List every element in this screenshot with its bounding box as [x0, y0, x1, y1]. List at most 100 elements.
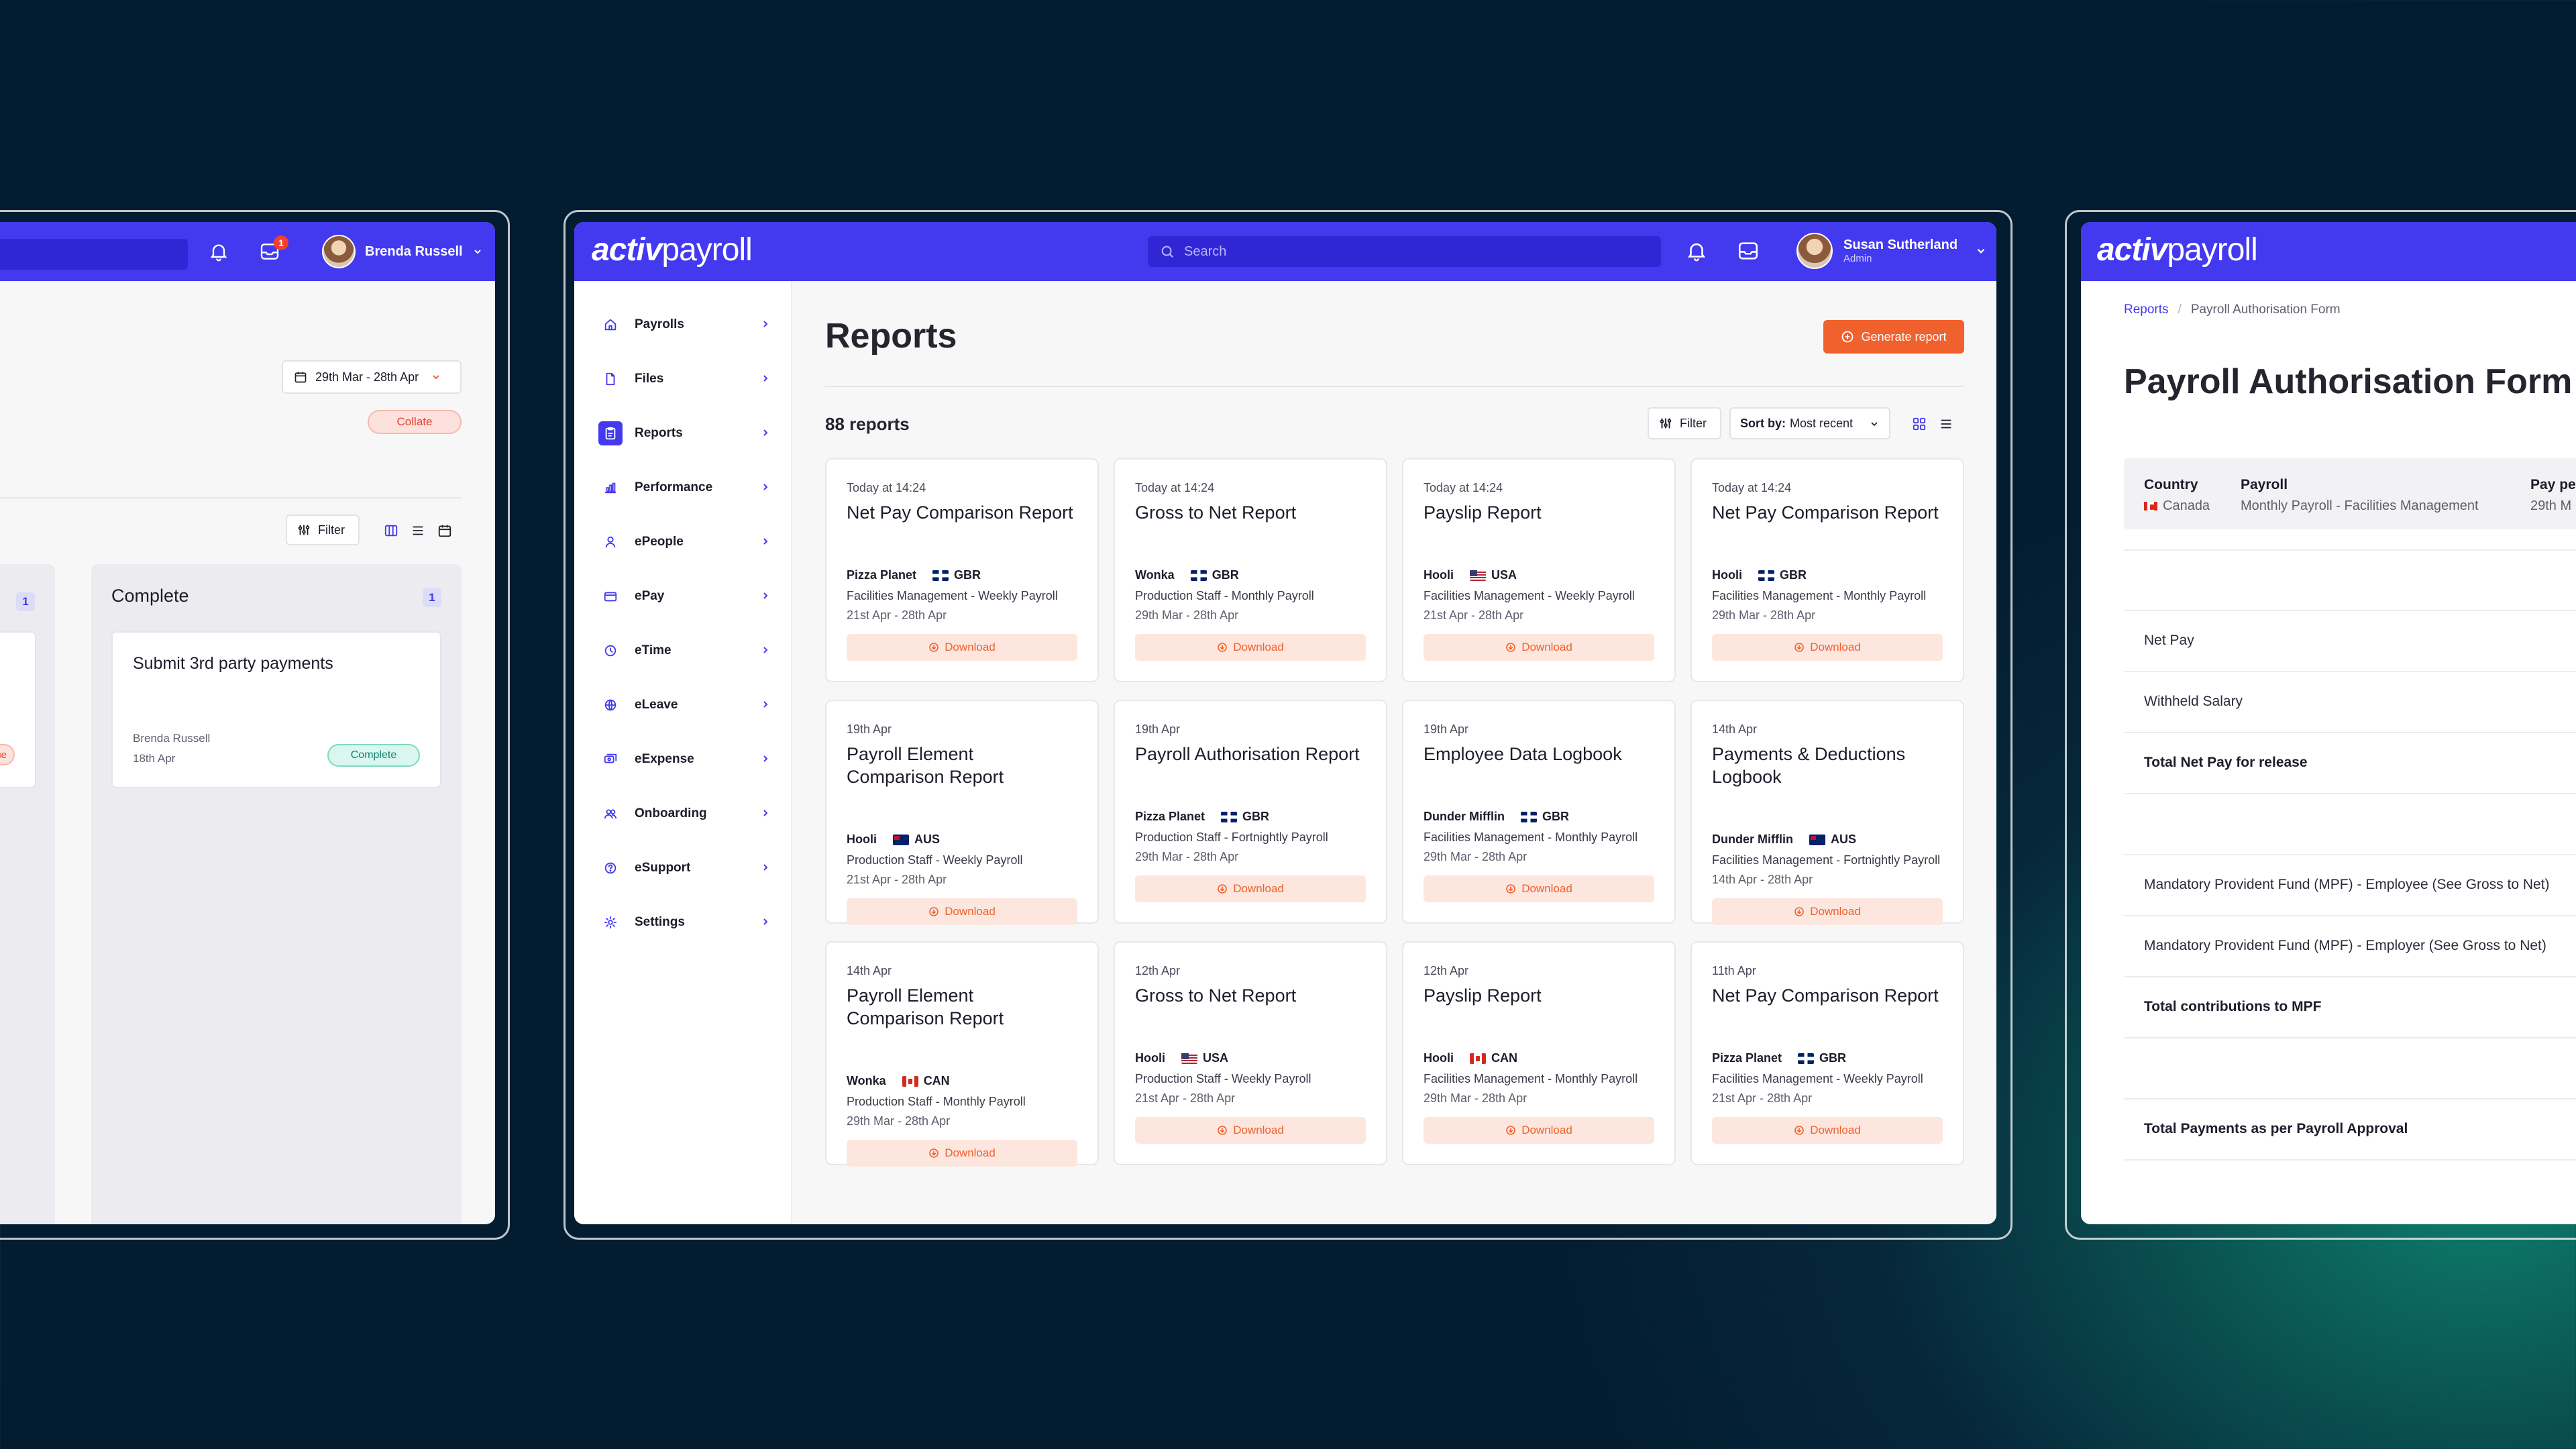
sidebar-item-onboarding[interactable]: Onboarding — [598, 796, 771, 832]
report-card[interactable]: 11th Apr Net Pay Comparison Report Pizza P… — [1690, 941, 1964, 1165]
report-country: CAN — [1491, 1051, 1517, 1065]
list-view-icon[interactable] — [407, 521, 429, 540]
report-card[interactable]: 14th Apr Payroll Element Comparison Repor… — [825, 941, 1099, 1167]
report-card[interactable]: Today at 14:24 Gross to Net Report Wonka GB… — [1114, 458, 1387, 682]
search-input[interactable]: Search — [1148, 236, 1661, 267]
table-row-divider — [2124, 671, 2576, 672]
report-card[interactable]: 12th Apr Gross to Net Report Hooli USA Produ… — [1114, 941, 1387, 1165]
report-title: Gross to Net Report — [1135, 502, 1297, 523]
sidebar-item-settings[interactable]: Settings — [598, 904, 771, 941]
task-card[interactable]: Submit 3rd party payments Brenda Russell… — [111, 631, 441, 788]
left-user-menu[interactable]: Brenda Russell — [322, 235, 483, 268]
main-window: activpayroll Search Susan Sutherland Adm… — [574, 222, 1996, 1224]
meta-country-value-wrap: Canada — [2144, 498, 2210, 514]
meta-payroll-label: Payroll — [2241, 477, 2288, 492]
app-logo[interactable]: activpayroll — [2097, 231, 2258, 268]
right-window: activpayroll Reports / Payroll Authorisa… — [2081, 222, 2576, 1224]
report-card[interactable]: 12th Apr Payslip Report Hooli CAN Facilities… — [1402, 941, 1676, 1165]
user-info: Susan Sutherland Admin — [1843, 237, 1957, 264]
sort-value: Most recent — [1790, 416, 1854, 430]
report-country: AUS — [1830, 833, 1856, 846]
report-title: Payroll Element Comparison Report — [847, 985, 1004, 1028]
download-button[interactable]: Download — [1712, 898, 1943, 925]
sidebar-item-epeople[interactable]: ePeople — [598, 524, 771, 560]
bell-icon[interactable] — [208, 241, 229, 262]
sidebar-item-etime[interactable]: eTime — [598, 633, 771, 669]
report-payroll: Facilities Management - Weekly Payroll — [1712, 1072, 1923, 1085]
list-view-icon[interactable] — [1936, 414, 1956, 434]
report-title: Employee Data Logbook — [1424, 744, 1622, 764]
left-search-input[interactable] — [0, 239, 188, 270]
report-country: GBR — [1780, 568, 1807, 582]
report-title: Payments & Deductions Logbook — [1712, 744, 1906, 787]
chevron-right-icon — [760, 808, 771, 822]
download-button[interactable]: Download — [847, 898, 1077, 925]
sidebar-item-files[interactable]: Files — [598, 361, 771, 397]
can-flag-icon — [1470, 1053, 1486, 1064]
download-icon — [1794, 906, 1810, 917]
app-logo[interactable]: activpayroll — [592, 231, 753, 268]
sidebar-item-label: eLeave — [635, 698, 678, 712]
card-icon — [598, 584, 623, 608]
download-button[interactable]: Download — [847, 1140, 1077, 1167]
report-client: Hooli — [1424, 568, 1454, 582]
download-button[interactable]: Download — [1424, 1117, 1654, 1144]
report-card[interactable]: Today at 14:24 Net Pay Comparison Report H… — [1690, 458, 1964, 682]
chevron-down-icon — [1975, 245, 1987, 257]
task-card-partial[interactable]: rdue — [0, 631, 36, 788]
report-card[interactable]: Today at 14:24 Net Pay Comparison Report P… — [825, 458, 1099, 682]
board-view-icon[interactable] — [380, 521, 402, 540]
gbr-flag-icon — [1798, 1053, 1815, 1064]
download-button[interactable]: Download — [1135, 1117, 1366, 1144]
bell-icon[interactable] — [1685, 239, 1708, 262]
user-role: Admin — [1843, 253, 1872, 264]
date-range-picker[interactable]: 29th Mar - 28th Apr — [282, 360, 462, 394]
download-button[interactable]: Download — [847, 634, 1077, 661]
download-button[interactable]: Download — [1135, 875, 1366, 902]
sidebar-item-eleave[interactable]: eLeave — [598, 687, 771, 723]
column-count-badge: 1 — [423, 588, 441, 607]
sort-prefix: Sort by: — [1740, 416, 1786, 430]
meta-payroll-value: Monthly Payroll - Facilities Management — [2241, 498, 2479, 513]
breadcrumb-reports-link[interactable]: Reports — [2124, 303, 2169, 317]
filter-button[interactable]: Filter — [1648, 407, 1721, 439]
download-button[interactable]: Download — [1424, 875, 1654, 902]
filter-button[interactable]: Filter — [286, 515, 360, 545]
report-country: GBR — [1242, 810, 1270, 823]
download-icon — [1794, 1125, 1810, 1136]
download-button[interactable]: Download — [1424, 634, 1654, 661]
grid-view-icon[interactable] — [1909, 414, 1929, 434]
overdue-badge: rdue — [0, 744, 15, 765]
report-card[interactable]: 19th Apr Employee Data Logbook Dunder Miff… — [1402, 700, 1676, 924]
task-assignee: Brenda Russell — [133, 732, 211, 745]
inbox-icon[interactable] — [1736, 239, 1760, 262]
report-country: GBR — [1542, 810, 1569, 823]
report-card[interactable]: 14th Apr Payments & Deductions Logbook Dun… — [1690, 700, 1964, 925]
report-card[interactable]: Today at 14:24 Payslip Report Hooli USA Faci… — [1402, 458, 1676, 682]
download-button[interactable]: Download — [1712, 634, 1943, 661]
download-button[interactable]: Download — [1712, 1117, 1943, 1144]
report-country: USA — [1203, 1051, 1229, 1065]
sidebar-item-performance[interactable]: Performance — [598, 470, 771, 506]
filter-label: Filter — [318, 523, 345, 537]
main-topbar: activpayroll Search Susan Sutherland Adm… — [574, 222, 1996, 281]
sidebar-item-esupport[interactable]: eSupport — [598, 850, 771, 886]
generate-report-label: Generate report — [1861, 329, 1947, 343]
collate-button[interactable]: Collate — [368, 410, 462, 434]
download-button[interactable]: Download — [1135, 634, 1366, 661]
people-icon — [598, 530, 623, 554]
sidebar-item-reports[interactable]: Reports — [598, 415, 771, 451]
report-card[interactable]: 19th Apr Payroll Authorisation Report Pizz… — [1114, 700, 1387, 924]
sidebar-item-payrolls[interactable]: Payrolls — [598, 307, 771, 343]
report-timestamp: 12th Apr — [1424, 964, 1469, 977]
generate-report-button[interactable]: Generate report — [1823, 320, 1964, 354]
user-menu[interactable]: Susan Sutherland Admin — [1796, 233, 1987, 269]
sort-dropdown[interactable]: Sort by: Most recent — [1729, 407, 1890, 439]
sidebar-item-eexpense[interactable]: eExpense — [598, 741, 771, 777]
calendar-view-icon[interactable] — [433, 521, 456, 540]
report-timestamp: 19th Apr — [1424, 722, 1469, 736]
report-dates: 29th Mar - 28th Apr — [1135, 608, 1239, 622]
sidebar-item-epay[interactable]: ePay — [598, 578, 771, 614]
report-card[interactable]: 19th Apr Payroll Element Comparison Repor… — [825, 700, 1099, 925]
report-dates: 21st Apr - 28th Apr — [1135, 1091, 1236, 1105]
